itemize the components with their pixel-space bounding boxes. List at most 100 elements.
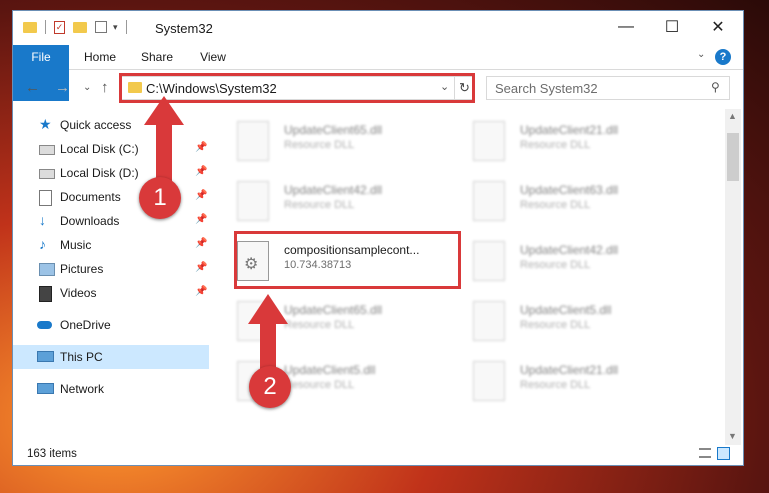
file-highlight bbox=[234, 231, 461, 289]
customize-dropdown-icon[interactable]: ▾ bbox=[113, 22, 118, 33]
sidebar-item-downloads[interactable]: ↓ Downloads 📌 bbox=[13, 209, 209, 233]
file-description: Resource DLL bbox=[520, 379, 591, 391]
step-marker-2: 2 bbox=[249, 366, 291, 408]
file-item[interactable]: UpdateClient21.dll Resource DLL bbox=[451, 351, 687, 407]
sidebar-item-quick-access[interactable]: ★ Quick access bbox=[13, 113, 209, 137]
file-item[interactable]: UpdateClient65.dll Resource DLL bbox=[215, 111, 451, 167]
status-bar: 163 items bbox=[13, 445, 743, 465]
pin-icon[interactable]: 📌 bbox=[195, 214, 207, 225]
sidebar-item-label: Videos bbox=[60, 286, 97, 300]
file-item[interactable]: UpdateClient65.dll Resource DLL bbox=[215, 291, 451, 347]
file-name: UpdateClient21.dll bbox=[520, 123, 619, 137]
ribbon-tabs: File Home Share View ? ⌄ bbox=[13, 45, 743, 101]
up-arrow-icon[interactable]: ↑ bbox=[101, 79, 109, 96]
file-description: Resource DLL bbox=[520, 139, 591, 151]
sidebar-item-local-disk-c[interactable]: Local Disk (C:) 📌 bbox=[13, 137, 209, 161]
pin-icon[interactable]: 📌 bbox=[195, 262, 207, 273]
dll-file-icon bbox=[473, 241, 505, 281]
tab-home[interactable]: Home bbox=[79, 45, 121, 69]
file-description: Resource DLL bbox=[520, 319, 591, 331]
sidebar-item-pictures[interactable]: Pictures 📌 bbox=[13, 257, 209, 281]
file-name: UpdateClient63.dll bbox=[520, 183, 619, 197]
minimize-button[interactable]: — bbox=[603, 11, 649, 43]
sidebar-item-label: Downloads bbox=[60, 214, 120, 228]
divider bbox=[45, 20, 46, 34]
explorer-window: ✓ ▾ System32 — ☐ ✕ File Home Share View … bbox=[12, 10, 744, 466]
back-arrow-icon[interactable]: ← bbox=[25, 79, 40, 96]
vertical-scrollbar[interactable]: ▲ ▼ bbox=[725, 109, 741, 445]
sidebar-item-local-disk-d[interactable]: Local Disk (D:) 📌 bbox=[13, 161, 209, 185]
sidebar-item-label: Network bbox=[60, 382, 105, 396]
pin-icon[interactable]: 📌 bbox=[195, 166, 207, 177]
dll-file-icon bbox=[237, 181, 269, 221]
window-title: System32 bbox=[155, 21, 213, 36]
item-count: 163 items bbox=[27, 448, 77, 460]
file-description: Resource DLL bbox=[520, 199, 591, 211]
quick-access-toolbar: ✓ ▾ bbox=[23, 20, 127, 34]
file-name: UpdateClient65.dll bbox=[284, 123, 383, 137]
sidebar-item-network[interactable]: Network bbox=[13, 377, 209, 401]
pin-icon[interactable]: 📌 bbox=[195, 238, 207, 249]
sidebar-item-this-pc[interactable]: This PC bbox=[13, 345, 209, 369]
file-description: Resource DLL bbox=[520, 259, 591, 271]
computer-icon bbox=[37, 351, 54, 362]
file-item[interactable]: UpdateClient21.dll Resource DLL bbox=[451, 111, 687, 167]
help-icon[interactable]: ? bbox=[715, 49, 731, 65]
documents-icon bbox=[39, 190, 52, 206]
drive-icon bbox=[39, 145, 55, 155]
tab-view[interactable]: View bbox=[193, 45, 233, 69]
search-icon[interactable]: ⚲ bbox=[711, 80, 720, 94]
file-item[interactable]: UpdateClient42.dll Resource DLL bbox=[215, 171, 451, 227]
sidebar-item-label: OneDrive bbox=[60, 318, 111, 332]
properties-icon[interactable]: ✓ bbox=[54, 20, 65, 34]
title-bar: ✓ ▾ System32 — ☐ ✕ bbox=[13, 11, 743, 45]
file-item[interactable]: UpdateClient63.dll Resource DLL bbox=[451, 171, 687, 227]
pin-icon[interactable]: 📌 bbox=[195, 190, 207, 201]
address-row: ← → ⌄ ↑ C:\Windows\System32 ⌄ ↻ Search S… bbox=[13, 70, 743, 106]
music-icon: ♪ bbox=[39, 236, 46, 252]
pin-icon[interactable]: 📌 bbox=[195, 286, 207, 297]
expand-ribbon-icon[interactable]: ⌄ bbox=[697, 49, 705, 60]
file-name: UpdateClient42.dll bbox=[284, 183, 383, 197]
pin-icon[interactable]: 📌 bbox=[195, 142, 207, 153]
dll-file-icon bbox=[473, 301, 505, 341]
file-description: Resource DLL bbox=[284, 379, 355, 391]
file-name: UpdateClient21.dll bbox=[520, 363, 619, 377]
scrollbar-thumb[interactable] bbox=[727, 133, 739, 181]
details-view-icon[interactable] bbox=[699, 448, 711, 458]
dll-file-icon bbox=[473, 121, 505, 161]
sidebar-item-music[interactable]: ♪ Music 📌 bbox=[13, 233, 209, 257]
recent-locations-icon[interactable]: ⌄ bbox=[83, 82, 91, 93]
close-button[interactable]: ✕ bbox=[695, 11, 741, 43]
download-icon: ↓ bbox=[39, 212, 46, 228]
dll-file-icon bbox=[237, 301, 269, 341]
search-input[interactable]: Search System32 bbox=[495, 81, 598, 96]
forward-arrow-icon[interactable]: → bbox=[55, 79, 70, 96]
pictures-icon bbox=[39, 263, 55, 276]
file-name: UpdateClient65.dll bbox=[284, 303, 383, 317]
file-item[interactable]: UpdateClient5.dll Resource DLL bbox=[451, 291, 687, 347]
file-item[interactable]: UpdateClient42.dll Resource DLL bbox=[451, 231, 687, 287]
videos-icon bbox=[39, 286, 52, 302]
search-box[interactable]: Search System32 ⚲ bbox=[486, 76, 730, 100]
dll-file-icon bbox=[473, 361, 505, 401]
file-name: UpdateClient42.dll bbox=[520, 243, 619, 257]
network-icon bbox=[37, 383, 54, 394]
navigation-pane: ★ Quick access Local Disk (C:) 📌 Local D… bbox=[13, 111, 209, 441]
folder-icon bbox=[23, 21, 37, 33]
sidebar-item-label: Local Disk (C:) bbox=[60, 142, 139, 156]
sidebar-item-videos[interactable]: Videos 📌 bbox=[13, 281, 209, 305]
dll-file-icon bbox=[237, 121, 269, 161]
new-folder-icon[interactable] bbox=[73, 21, 87, 33]
tab-share[interactable]: Share bbox=[135, 45, 179, 69]
sidebar-item-onedrive[interactable]: OneDrive bbox=[13, 313, 209, 337]
rename-icon[interactable] bbox=[95, 21, 107, 33]
maximize-button[interactable]: ☐ bbox=[649, 11, 695, 43]
tiles-view-icon[interactable] bbox=[717, 447, 730, 460]
scroll-up-icon[interactable]: ▲ bbox=[728, 111, 737, 121]
file-description: Resource DLL bbox=[284, 319, 355, 331]
scroll-down-icon[interactable]: ▼ bbox=[728, 431, 737, 441]
file-name: UpdateClient5.dll bbox=[284, 363, 376, 377]
file-name: UpdateClient5.dll bbox=[520, 303, 612, 317]
step-marker-1: 1 bbox=[139, 177, 181, 219]
